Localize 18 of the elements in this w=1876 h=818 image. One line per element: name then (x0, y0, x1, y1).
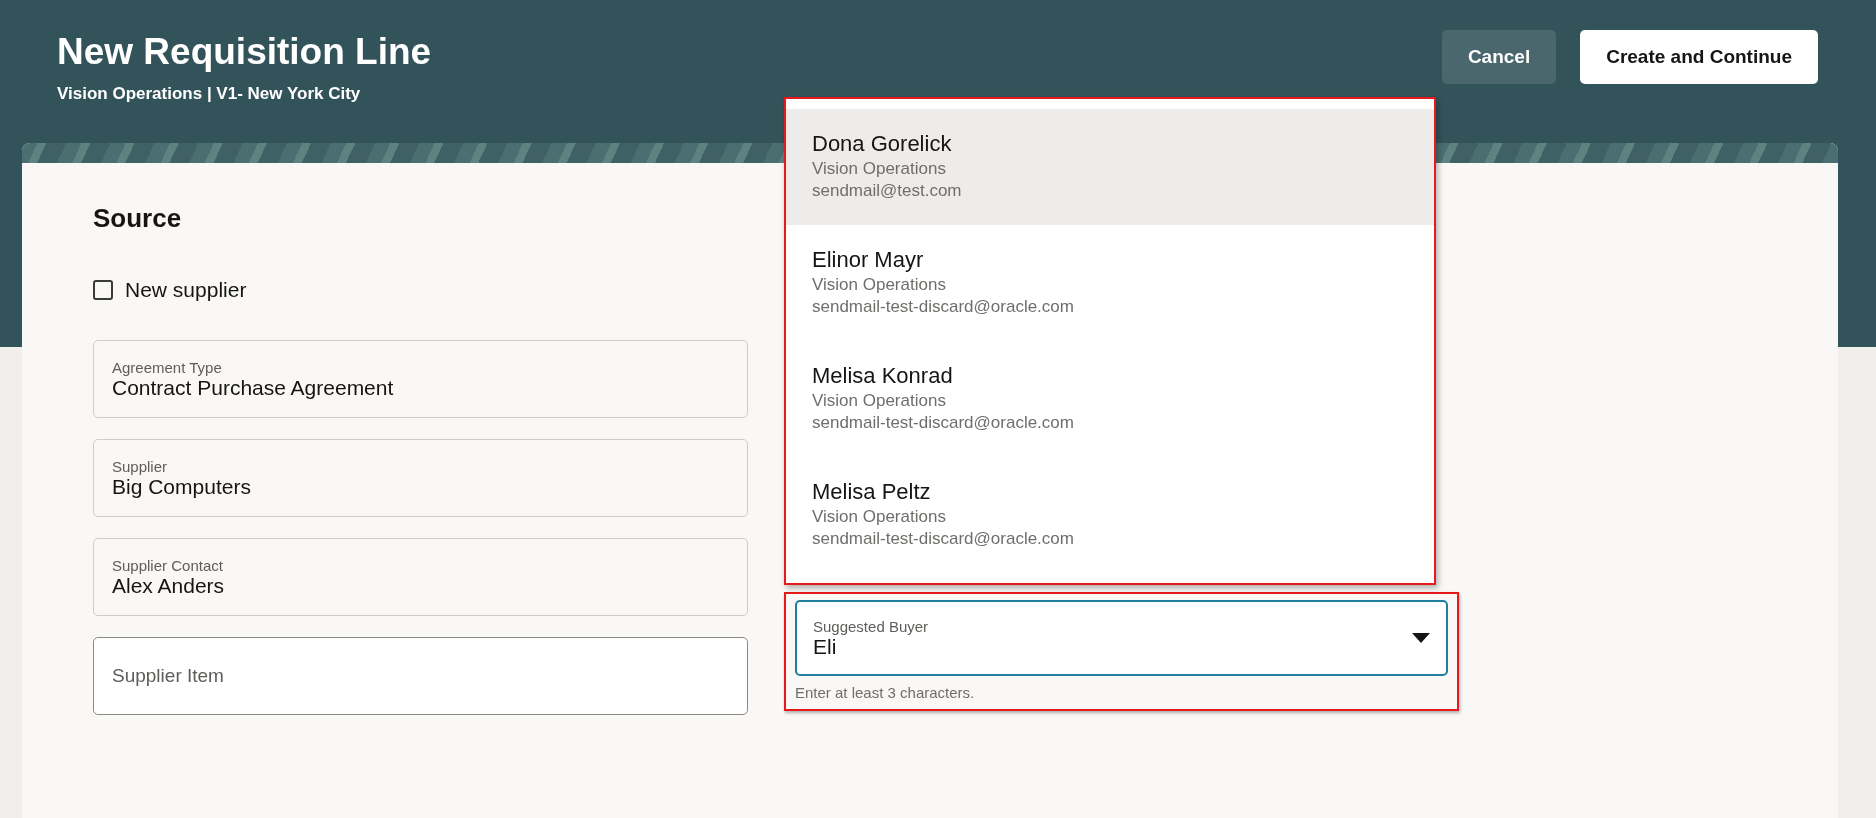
readonly-field: Supplier Big Computers (93, 439, 748, 517)
dropdown-option[interactable]: Melisa Peltz Vision Operations sendmail-test-discard@oracle.com (786, 457, 1434, 573)
combobox-field[interactable]: Suggested Buyer Eli (795, 600, 1448, 676)
checkbox-label: New supplier (125, 278, 247, 302)
input-field[interactable]: Supplier Item (93, 637, 748, 715)
readonly-field: Supplier Contact Alex Anders (93, 538, 748, 616)
readonly-field: Agreement Type Contract Purchase Agreement (93, 340, 748, 418)
section-title: Source (93, 203, 183, 234)
dropdown-option[interactable]: Dona Gorelick Vision Operations sendmail@test.com (786, 109, 1434, 225)
dropdown-option[interactable]: Elinor Mayr Vision Operations sendmail-test-discard@oracle.com (786, 225, 1434, 341)
dropdown-option[interactable]: Melisa Konrad Vision Operations sendmail-test-discard@oracle.com (786, 341, 1434, 457)
page-subtitle: Vision Operations | V1- New York City (57, 84, 362, 104)
checkbox[interactable] (93, 280, 113, 300)
caret-icon[interactable] (1412, 633, 1430, 643)
helper-text: Enter at least 3 characters. (795, 684, 976, 701)
cancel-button[interactable]: Cancel (1441, 30, 1557, 84)
create-button[interactable]: Create and Continue (1580, 30, 1818, 84)
page-title: New Requisition Line (57, 30, 432, 74)
